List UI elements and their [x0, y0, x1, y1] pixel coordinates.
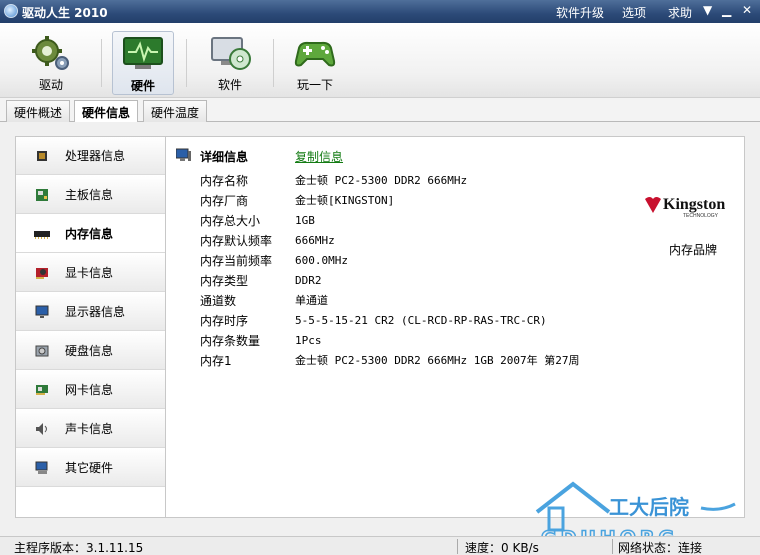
- brand-label: 内存品牌: [669, 243, 718, 257]
- row-label: 内存条数量: [200, 334, 261, 348]
- row-label: 内存时序: [200, 314, 249, 328]
- detail-title: 详细信息: [200, 150, 249, 164]
- row-label: 内存默认频率: [200, 234, 273, 248]
- sidebar-item-label: 声卡信息: [65, 422, 114, 436]
- menu-software-upgrade[interactable]: 软件升级: [556, 4, 604, 21]
- row-label: 内存当前频率: [200, 254, 273, 268]
- close-icon[interactable]: ✕: [742, 3, 752, 17]
- title-bar: 驱动人生 2010 软件升级 选项 求助 ▼ ▁ ✕: [0, 0, 760, 23]
- sidebar-item-cpu[interactable]: 处理器信息: [16, 137, 165, 175]
- gamepad-icon: [293, 34, 337, 72]
- sidebar-item-network[interactable]: 网卡信息: [16, 371, 165, 409]
- sidebar-item-label: 显卡信息: [65, 266, 114, 280]
- memory-icon: [33, 227, 50, 241]
- toolbar-driver-button[interactable]: 驱动: [20, 31, 82, 95]
- gears-icon: [29, 34, 73, 72]
- tab-hardware-temperature[interactable]: 硬件温度: [143, 100, 208, 122]
- status-separator: [612, 539, 613, 554]
- monitor-pulse-icon: [121, 35, 165, 73]
- sidebar-item-hard-disk[interactable]: 硬盘信息: [16, 332, 165, 370]
- sidebar-item-memory[interactable]: 内存信息: [16, 215, 165, 253]
- toolbar-hardware-button[interactable]: 硬件: [112, 31, 174, 95]
- row-value: 600.0MHz: [295, 254, 348, 267]
- motherboard-icon: [33, 188, 50, 202]
- menu-options[interactable]: 选项: [622, 4, 646, 21]
- sidebar-item-sound[interactable]: 声卡信息: [16, 410, 165, 448]
- row-label: 内存1: [200, 354, 232, 368]
- tab-bar: 硬件概述 硬件信息 硬件温度: [0, 98, 760, 123]
- brand-logo-subtext: TECHNOLOGY: [683, 213, 719, 219]
- row-value: 单通道: [295, 294, 328, 307]
- monitor-disc-icon: [208, 34, 252, 72]
- toolbar-separator: [186, 39, 187, 87]
- row-label: 内存名称: [200, 174, 249, 188]
- minimize-icon[interactable]: ▁: [722, 3, 731, 17]
- row-value: 金士顿 PC2-5300 DDR2 666MHz 1GB 2007年 第27周: [295, 354, 580, 367]
- hardware-category-list: 处理器信息 主板信息 内存信息 显卡信息 显示器信息 硬盘信息 网卡信息 声卡信…: [15, 136, 166, 518]
- cpu-icon: [33, 149, 50, 163]
- sidebar-item-label: 网卡信息: [65, 383, 114, 397]
- detail-header: 详细信息: [175, 148, 249, 165]
- toolbar-driver-label: 驱动: [38, 78, 63, 92]
- row-value: DDR2: [295, 274, 322, 287]
- row-value: 666MHz: [295, 234, 335, 247]
- tab-hardware-overview[interactable]: 硬件概述: [6, 100, 71, 122]
- brand-logo-text: Kingston: [663, 196, 725, 213]
- sidebar-item-label: 内存信息: [65, 227, 114, 241]
- sidebar-item-label: 硬盘信息: [65, 344, 114, 358]
- row-label: 通道数: [200, 294, 237, 308]
- detail-panel: 详细信息 复制信息 内存名称 金士顿 PC2-5300 DDR2 666MHz 内…: [165, 136, 745, 518]
- row-label: 内存类型: [200, 274, 249, 288]
- toolbar-game-button[interactable]: 玩一下: [284, 31, 346, 95]
- hard-disk-icon: [33, 344, 50, 358]
- main-panel: 处理器信息 主板信息 内存信息 显卡信息 显示器信息 硬盘信息 网卡信息 声卡信…: [0, 122, 760, 536]
- menu-help[interactable]: 求助: [668, 4, 692, 21]
- row-value: 1Pcs: [295, 334, 322, 347]
- kingston-logo: Kingston TECHNOLOGY: [643, 193, 738, 219]
- computer-icon: [175, 148, 192, 165]
- toolbar-hardware-label: 硬件: [130, 79, 155, 93]
- computer-icon: [33, 461, 50, 475]
- display-icon: [33, 305, 50, 319]
- tab-hardware-info[interactable]: 硬件信息: [74, 100, 139, 123]
- row-value: 金士顿 PC2-5300 DDR2 666MHz: [295, 174, 468, 187]
- speaker-icon: [33, 422, 50, 436]
- sidebar-item-label: 其它硬件: [65, 461, 114, 475]
- copy-info-link[interactable]: 复制信息: [295, 148, 343, 165]
- graphics-card-icon: [33, 266, 50, 280]
- sidebar-item-label: 显示器信息: [65, 305, 126, 319]
- sidebar-item-label: 主板信息: [65, 188, 114, 202]
- sidebar-item-graphics[interactable]: 显卡信息: [16, 254, 165, 292]
- row-label: 内存厂商: [200, 194, 249, 208]
- toolbar-separator: [273, 39, 274, 87]
- app-icon: [4, 4, 18, 18]
- status-bar: 主程序版本：3.1.11.15 速度：0 KB/s 网络状态：连接: [0, 536, 760, 555]
- window-title: 驱动人生 2010: [22, 6, 108, 20]
- row-label: 内存总大小: [200, 214, 261, 228]
- toolbar-game-label: 玩一下: [296, 78, 333, 92]
- version-status: 主程序版本：3.1.11.15: [14, 541, 144, 555]
- network-status: 网络状态：连接: [618, 541, 703, 555]
- dropdown-icon[interactable]: ▼: [703, 3, 712, 17]
- toolbar-software-label: 软件: [217, 78, 242, 92]
- sidebar-item-display[interactable]: 显示器信息: [16, 293, 165, 331]
- row-value: 1GB: [295, 214, 315, 227]
- status-separator: [457, 539, 458, 554]
- toolbar-separator: [101, 39, 102, 87]
- main-toolbar: 驱动 硬件 软件 玩一下: [0, 23, 760, 98]
- sidebar-item-motherboard[interactable]: 主板信息: [16, 176, 165, 214]
- toolbar-software-button[interactable]: 软件: [199, 31, 261, 95]
- speed-status: 速度：0 KB/s: [465, 541, 539, 555]
- network-card-icon: [33, 383, 50, 397]
- sidebar-item-label: 处理器信息: [65, 149, 126, 163]
- row-value: 金士顿[KINGSTON]: [295, 194, 395, 207]
- sidebar-item-other[interactable]: 其它硬件: [16, 449, 165, 487]
- row-value: 5-5-5-15-21 CR2 (CL-RCD-RP-RAS-TRC-CR): [295, 314, 547, 327]
